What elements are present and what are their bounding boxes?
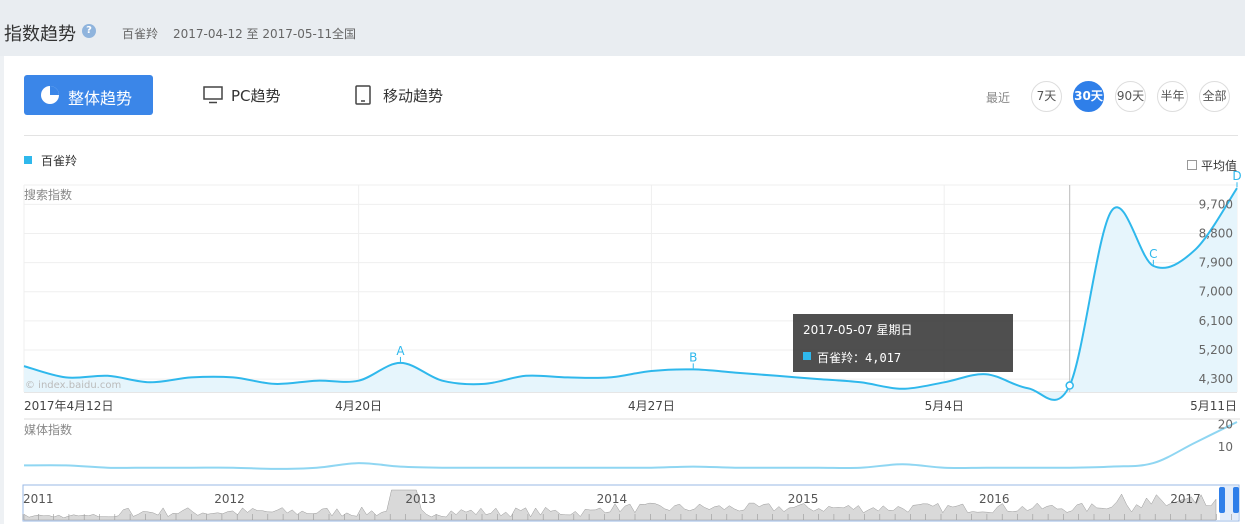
range-7d-button[interactable]: 7天 — [1031, 81, 1062, 112]
pie-chart-icon — [41, 86, 59, 104]
range-90d-button[interactable]: 90天 — [1115, 81, 1146, 112]
monitor-icon — [203, 86, 223, 104]
average-checkbox[interactable] — [1187, 160, 1197, 170]
tablet-icon — [355, 85, 371, 105]
tab-label: 整体趋势 — [68, 89, 133, 108]
region-label: 全国 — [332, 27, 357, 41]
header-bar: 指数趋势 ? 百雀羚 2017-04-12 至 2017-05-11 全国 — [0, 0, 1245, 56]
range-30d-button[interactable]: 30天 — [1073, 81, 1104, 112]
help-icon[interactable]: ? — [82, 24, 96, 38]
legend-label[interactable]: 百雀羚 — [41, 152, 77, 169]
tooltip-swatch — [803, 352, 811, 360]
tooltip: 2017-05-07 星期日 百雀羚：4,017 — [793, 314, 1013, 372]
chart-panel — [4, 56, 1245, 524]
divider — [24, 135, 1238, 136]
tooltip-date: 2017-05-07 星期日 — [803, 323, 913, 337]
keyword-label: 百雀羚 — [122, 27, 159, 41]
range-half-year-button[interactable]: 半年 — [1157, 81, 1188, 112]
tooltip-value: 百雀羚：4,017 — [817, 351, 902, 365]
tab-overall-trend[interactable]: 整体趋势 — [24, 75, 153, 115]
range-label: 最近 — [986, 91, 1011, 105]
page-title: 指数趋势 — [4, 24, 76, 45]
tab-pc-trend[interactable]: PC趋势 — [231, 85, 281, 106]
legend-swatch — [24, 156, 32, 164]
range-all-button[interactable]: 全部 — [1199, 81, 1230, 112]
average-label[interactable]: 平均值 — [1201, 157, 1237, 174]
date-range-label: 2017-04-12 至 2017-05-11 — [173, 27, 333, 41]
tab-mobile-trend[interactable]: 移动趋势 — [383, 85, 443, 106]
